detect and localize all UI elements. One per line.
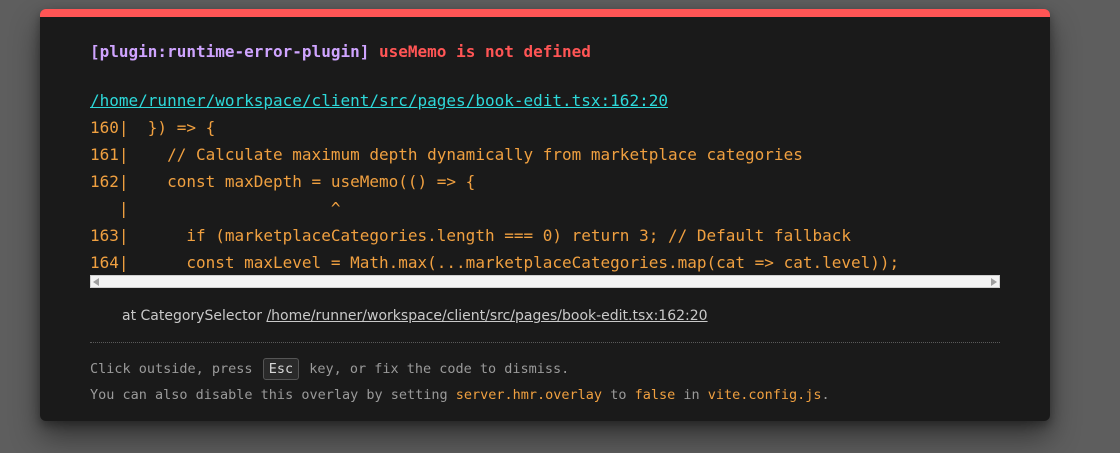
code-line-164: 164| const maxLevel = Math.max(...market… — [90, 253, 900, 272]
error-overlay: [plugin:runtime-error-plugin] useMemo is… — [40, 9, 1050, 421]
divider — [90, 342, 1000, 343]
config-file-name: vite.config.js — [707, 387, 822, 403]
setting-name: server.hmr.overlay — [455, 387, 603, 403]
error-message: [plugin:runtime-error-plugin] useMemo is… — [90, 42, 591, 61]
tip-disable-to: to — [602, 387, 635, 403]
tip-dismiss: Click outside, press Esc key, or fix the… — [90, 358, 569, 380]
code-line-162: 162| const maxDepth = useMemo(() => { — [90, 172, 476, 191]
code-line-161: 161| // Calculate maximum depth dynamica… — [90, 145, 803, 164]
tip-disable-end: . — [821, 387, 830, 403]
scroll-right-arrow-icon[interactable] — [991, 278, 997, 286]
code-line-160: 160| }) => { — [90, 118, 216, 137]
setting-value: false — [634, 387, 676, 403]
tip-dismiss-text-end: key, or fix the code to dismiss. — [301, 361, 570, 377]
error-text: useMemo is not defined — [379, 42, 591, 61]
tip-disable-in: in — [675, 387, 708, 403]
stack-trace: at CategorySelector /home/runner/workspa… — [122, 308, 708, 324]
code-frame-scrollbar[interactable] — [90, 275, 1000, 288]
tip-disable: You can also disable this overlay by set… — [90, 387, 830, 403]
esc-key-badge: Esc — [262, 358, 300, 380]
code-line-163: 163| if (marketplaceCategories.length ==… — [90, 226, 851, 245]
tip-dismiss-text-start: Click outside, press — [90, 361, 261, 377]
tip-disable-text-start: You can also disable this overlay by set… — [90, 387, 456, 403]
code-frame: 160| }) => { 161| // Calculate maximum d… — [90, 114, 1000, 272]
error-plugin-label: [plugin:runtime-error-plugin] — [90, 42, 370, 61]
code-caret-line: | ^ — [90, 199, 341, 218]
scroll-left-arrow-icon[interactable] — [93, 278, 99, 286]
stack-file-link[interactable]: /home/runner/workspace/client/src/pages/… — [266, 308, 707, 324]
stack-prefix: at CategorySelector — [122, 308, 267, 324]
error-file-link[interactable]: /home/runner/workspace/client/src/pages/… — [90, 91, 668, 110]
